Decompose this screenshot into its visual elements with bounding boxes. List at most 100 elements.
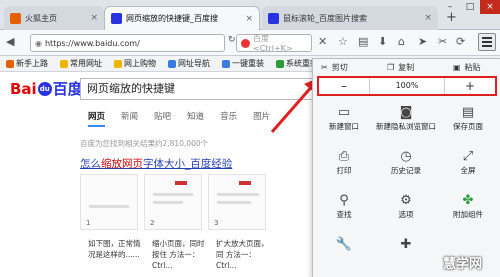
search-bar[interactable]: 百度 <Ctrl+K> bbox=[236, 34, 312, 53]
tab-label: 网页缩放的快捷键_百度搜 bbox=[126, 14, 218, 23]
result-count: 百度为您找到相关结果约2,810,000个 bbox=[80, 139, 209, 148]
open-menu-button[interactable] bbox=[478, 33, 496, 51]
tab-label: 火狐主页 bbox=[25, 13, 57, 23]
options-icon: ⚙ bbox=[400, 192, 412, 208]
paste-button[interactable]: ▣ 粘贴 bbox=[453, 62, 481, 73]
app-menu-panel: ✂ 剪切 ❐ 复制 ▣ 粘贴 – 100% + ▭ 新建窗口 ◙ 新建隐私浏览窗口 ▤ 保存… bbox=[312, 58, 500, 277]
fullscreen-icon: ⤢ bbox=[462, 148, 474, 164]
copy-icon: ❐ bbox=[387, 62, 395, 72]
screenshot-icon[interactable]: ✂ bbox=[438, 35, 447, 48]
tab-zhidao[interactable]: 知道 bbox=[187, 110, 204, 127]
baidu-favicon-icon bbox=[111, 13, 122, 24]
navigation-toolbar: ◀ ◉ https://www.baidu.com/ ↻ 百度 <Ctrl+K>… bbox=[0, 30, 500, 56]
close-icon[interactable]: ✕ bbox=[318, 35, 327, 48]
reload-icon[interactable]: ↻ bbox=[228, 35, 236, 45]
options-button[interactable]: ⚙ 选项 bbox=[375, 187, 437, 231]
caption-text: 缩小页面，同时按住 方法一：Ctrl... bbox=[152, 239, 205, 270]
zoom-controls: – 100% + bbox=[317, 76, 497, 96]
baidu-favicon-icon bbox=[268, 12, 279, 24]
result-thumbnails: 1 2 3 bbox=[80, 174, 266, 230]
tab-news[interactable]: 新闻 bbox=[121, 110, 138, 127]
result-title-link[interactable]: 怎么缩放网页字体大小_百度经验 bbox=[80, 156, 232, 171]
new-window-button[interactable]: ▭ 新建窗口 bbox=[313, 99, 375, 143]
folder-icon bbox=[114, 59, 122, 68]
bookmark-item[interactable]: 新手上路 bbox=[6, 58, 48, 69]
tab-tieba[interactable]: 贴吧 bbox=[154, 110, 171, 127]
download-icon[interactable]: ⬇ bbox=[378, 35, 387, 48]
print-icon: ⎙ bbox=[338, 148, 350, 164]
send-icon[interactable]: ➤ bbox=[418, 35, 427, 48]
result-thumbnail[interactable]: 2 bbox=[144, 174, 202, 230]
folder-icon bbox=[60, 59, 68, 68]
bookmark-item[interactable]: 网上购物 bbox=[114, 58, 156, 69]
tab-firefox-home[interactable]: 火狐主页 × bbox=[4, 6, 104, 30]
baidu-logo-mini bbox=[175, 181, 187, 185]
maximize-button[interactable]: □ bbox=[460, 0, 480, 14]
search-placeholder: 百度 <Ctrl+K> bbox=[252, 34, 293, 53]
tab-strip: 火狐主页 × 网页缩放的快捷键_百度搜 × 鼠标滚轮_百度图片搜索 × + – … bbox=[0, 0, 500, 30]
search-category-tabs: 网页 新闻 贴吧 知道 音乐 图片 bbox=[88, 110, 270, 127]
print-button[interactable]: ⎙ 打印 bbox=[313, 143, 375, 187]
bookmark-star-icon[interactable]: ☆ bbox=[338, 35, 348, 48]
private-window-icon: ◙ bbox=[399, 104, 413, 120]
paste-icon: ▣ bbox=[453, 62, 461, 72]
search-engine-icon bbox=[241, 38, 250, 48]
puzzle-icon: ✚ bbox=[400, 236, 412, 252]
paw-icon: du bbox=[37, 81, 52, 96]
bookmark-item[interactable]: 网址导航 bbox=[168, 58, 210, 69]
globe-icon: ◉ bbox=[35, 38, 42, 48]
history-button[interactable]: ◷ 历史记录 bbox=[375, 143, 437, 187]
firefox-icon bbox=[6, 59, 14, 68]
back-button[interactable]: ◀ bbox=[6, 35, 14, 48]
bookmark-item[interactable]: 常用网址 bbox=[60, 58, 102, 69]
copy-button[interactable]: ❐ 复制 bbox=[387, 62, 414, 73]
save-page-icon: ▤ bbox=[461, 104, 475, 120]
url-bar[interactable]: ◉ https://www.baidu.com/ bbox=[30, 34, 225, 52]
minimize-button[interactable]: – bbox=[440, 0, 460, 14]
globe-icon bbox=[168, 59, 176, 68]
help-button[interactable]: ✚ bbox=[375, 231, 437, 261]
result-thumbnail[interactable]: 1 bbox=[80, 174, 138, 230]
tab-label: 鼠标滚轮_百度图片搜索 bbox=[283, 13, 367, 23]
history-icon: ◷ bbox=[400, 148, 412, 164]
close-icon[interactable]: × bbox=[245, 14, 253, 24]
window-close-button[interactable]: × bbox=[480, 0, 500, 14]
baidu-logo-mini bbox=[239, 181, 251, 185]
tab-images[interactable]: 图片 bbox=[253, 110, 270, 127]
close-icon[interactable]: × bbox=[90, 13, 98, 23]
save-page-button[interactable]: ▤ 保存页面 bbox=[437, 99, 499, 143]
watermark: 慧学网 bbox=[443, 257, 483, 272]
home-icon[interactable]: ⌂ bbox=[398, 35, 405, 48]
new-window-icon: ▭ bbox=[337, 104, 351, 120]
cut-button[interactable]: ✂ 剪切 bbox=[321, 62, 348, 73]
page-icon bbox=[276, 59, 284, 68]
zoom-reset-button[interactable]: 100% bbox=[369, 78, 445, 94]
baidu-logo[interactable]: Bai du 百度 bbox=[10, 78, 83, 99]
page-icon bbox=[222, 59, 230, 68]
close-icon[interactable]: × bbox=[424, 13, 432, 23]
result-thumbnail[interactable]: 3 bbox=[208, 174, 266, 230]
fullscreen-button[interactable]: ⤢ 全屏 bbox=[437, 143, 499, 187]
firefox-icon bbox=[10, 12, 21, 24]
result-captions: 如下图，正常情况是这样的...... 缩小页面，同时按住 方法一：Ctrl...… bbox=[88, 238, 274, 271]
find-icon: ⚲ bbox=[339, 192, 349, 208]
tab-web[interactable]: 网页 bbox=[88, 110, 106, 127]
edit-controls: ✂ 剪切 ❐ 复制 ▣ 粘贴 bbox=[313, 59, 500, 75]
bookmark-item[interactable]: 一键重装 bbox=[222, 58, 264, 69]
tab-baidu-search[interactable]: 网页缩放的快捷键_百度搜 × bbox=[104, 6, 260, 30]
wrench-icon: 🔧 bbox=[335, 236, 353, 252]
addons-icon: ✤ bbox=[462, 192, 474, 208]
caption-text: 如下图，正常情况是这样的...... bbox=[88, 239, 141, 259]
developer-button[interactable]: 🔧 bbox=[313, 231, 375, 261]
sync-icon[interactable]: ⟳ bbox=[456, 35, 465, 48]
scissors-icon: ✂ bbox=[321, 62, 328, 72]
tab-music[interactable]: 音乐 bbox=[220, 110, 237, 127]
zoom-in-button[interactable]: + bbox=[445, 79, 495, 93]
caption-text: 扩大放大页面，同 方法一：Ctrl... bbox=[216, 239, 269, 270]
addons-button[interactable]: ✤ 附加组件 bbox=[437, 187, 499, 231]
bookmarks-list-icon[interactable]: ▤ bbox=[358, 35, 368, 48]
find-button[interactable]: ⚲ 查找 bbox=[313, 187, 375, 231]
zoom-out-button[interactable]: – bbox=[319, 79, 369, 93]
private-window-button[interactable]: ◙ 新建隐私浏览窗口 bbox=[375, 99, 437, 143]
tab-baidu-images[interactable]: 鼠标滚轮_百度图片搜索 × bbox=[262, 6, 438, 30]
